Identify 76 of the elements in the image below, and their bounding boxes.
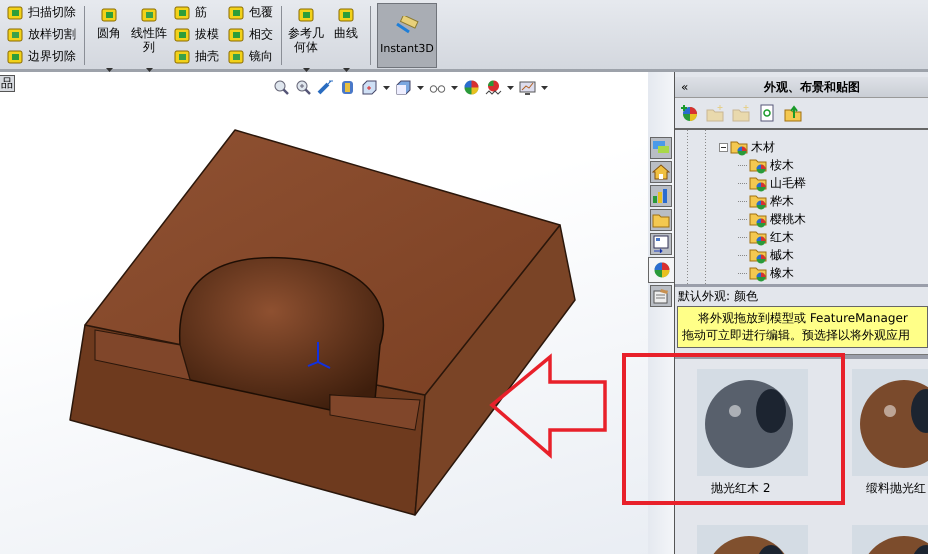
display-style-icon[interactable] bbox=[395, 79, 412, 96]
thumbnail-label: 抛光红木 2 bbox=[711, 481, 770, 495]
tree-item[interactable]: 桉木 bbox=[770, 156, 794, 174]
feature-icon bbox=[173, 4, 191, 22]
caret-icon[interactable] bbox=[541, 86, 548, 90]
feature-icon bbox=[227, 26, 245, 44]
feature-icon bbox=[6, 26, 24, 44]
house-icon bbox=[652, 163, 670, 181]
thumbnail-label: 缎料抛光红 bbox=[866, 481, 926, 495]
appearance-folder-icon bbox=[730, 138, 749, 156]
view-orientation-icon[interactable] bbox=[361, 79, 378, 96]
color-ball-icon bbox=[652, 261, 670, 279]
tree-item[interactable]: 红木 bbox=[770, 228, 794, 246]
appearance-folder-icon bbox=[749, 264, 768, 282]
side-tab[interactable] bbox=[650, 161, 672, 183]
caret-icon[interactable] bbox=[507, 86, 514, 90]
caret-icon[interactable] bbox=[451, 86, 458, 90]
ribbon-button[interactable]: 圆角 bbox=[89, 2, 129, 69]
side-tab[interactable] bbox=[650, 233, 672, 255]
feature-icon bbox=[337, 6, 355, 24]
ribbon-button[interactable]: 镜向 bbox=[227, 47, 273, 66]
ribbon-button[interactable]: 边界切除 bbox=[6, 47, 76, 66]
appearance-folder-icon bbox=[749, 156, 768, 174]
caret-icon[interactable] bbox=[383, 86, 390, 90]
ribbon-button[interactable]: 线性阵列 bbox=[129, 2, 169, 69]
hint-text: 拖动可立即进行编辑。预选择以将外观应用 bbox=[682, 327, 911, 344]
feature-tree-tab[interactable]: 品 bbox=[0, 75, 15, 92]
side-tab[interactable] bbox=[650, 285, 672, 307]
add-appearance-icon[interactable] bbox=[680, 104, 700, 122]
pane-title: 外观、布景和贴图 bbox=[762, 78, 862, 96]
ribbon-button[interactable]: 放样切割 bbox=[6, 25, 76, 44]
feature-icon bbox=[6, 4, 24, 22]
collapse-button[interactable]: « bbox=[681, 80, 688, 94]
caret-icon[interactable] bbox=[417, 86, 424, 90]
ribbon-button[interactable]: 拔模 bbox=[173, 25, 219, 44]
feature-icon bbox=[227, 4, 245, 22]
ribbon-button[interactable]: 包覆 bbox=[227, 3, 273, 22]
side-tab[interactable] bbox=[648, 257, 674, 283]
appearance-folder-icon bbox=[749, 174, 768, 192]
appearance-folder-icon bbox=[749, 246, 768, 264]
bar-chart-icon bbox=[652, 187, 670, 205]
ruler-arrow-icon bbox=[395, 16, 419, 36]
feature-icon bbox=[140, 6, 158, 24]
instant3d-button[interactable]: Instant3D bbox=[377, 3, 437, 68]
monitor-icon[interactable] bbox=[519, 79, 536, 96]
scene-icon[interactable] bbox=[485, 79, 502, 96]
zoom-area-icon[interactable] bbox=[295, 79, 312, 96]
ribbon-button[interactable]: 扫描切除 bbox=[6, 3, 76, 22]
appearance-thumbnail[interactable] bbox=[697, 369, 808, 476]
feature-icon bbox=[173, 48, 191, 66]
tree-item[interactable]: 山毛榉 bbox=[770, 174, 806, 192]
tree-item[interactable]: 樱桃木 bbox=[770, 210, 806, 228]
ribbon-button[interactable]: 相交 bbox=[227, 25, 273, 44]
tree-item[interactable]: 橡木 bbox=[770, 264, 794, 282]
tree-item[interactable]: 木材 bbox=[751, 138, 775, 156]
hint-text: 将外观拖放到模型或 FeatureManager bbox=[697, 310, 909, 327]
appearance-folder-icon bbox=[749, 228, 768, 246]
notepad-icon bbox=[652, 287, 670, 305]
feature-icon bbox=[227, 48, 245, 66]
form-icon bbox=[652, 235, 670, 253]
feature-icon bbox=[100, 6, 118, 24]
ribbon-button[interactable]: 曲线 bbox=[326, 2, 366, 69]
color-ball-icon[interactable] bbox=[463, 79, 480, 96]
appearance-folder-icon bbox=[749, 192, 768, 210]
zoom-to-fit-icon[interactable] bbox=[273, 79, 290, 96]
collapse-icon[interactable] bbox=[719, 142, 728, 152]
appearance-folder-icon bbox=[749, 210, 768, 228]
feature-icon bbox=[297, 6, 315, 24]
ribbon-button[interactable]: 参考几何体 bbox=[286, 2, 326, 69]
tree-item[interactable]: 槭木 bbox=[770, 246, 794, 264]
ribbon-button[interactable]: 筋 bbox=[173, 3, 219, 22]
tree-item[interactable]: 桦木 bbox=[770, 192, 794, 210]
ribbon-button[interactable]: 抽壳 bbox=[173, 47, 219, 66]
feature-icon bbox=[173, 26, 191, 44]
feature-icon bbox=[6, 48, 24, 66]
folder-up-icon[interactable] bbox=[784, 104, 804, 122]
